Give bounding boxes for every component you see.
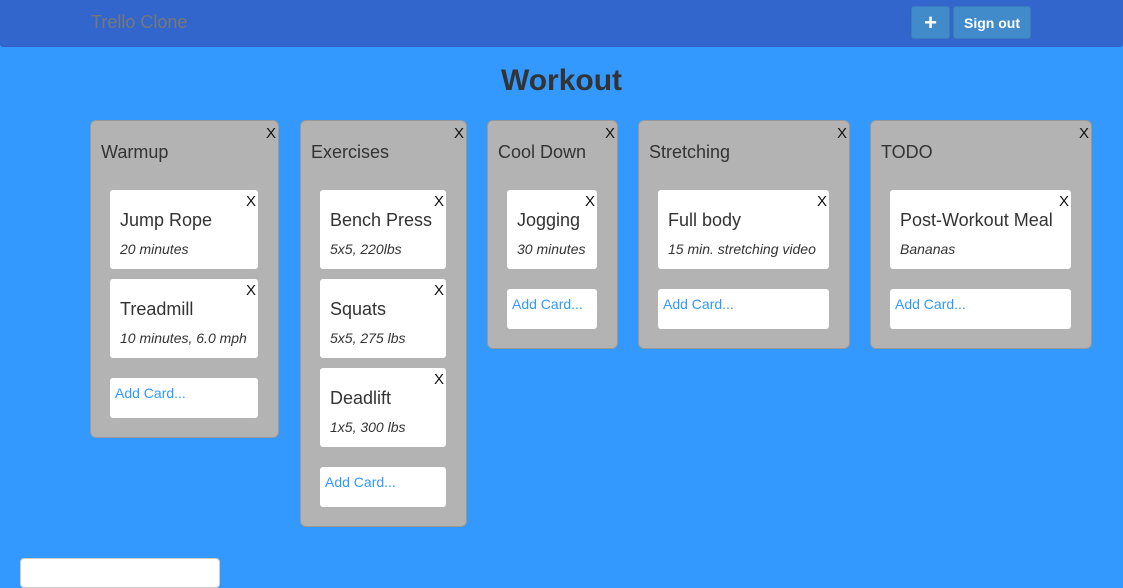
card-title: Jump Rope [120,210,213,230]
card[interactable]: Squats 5x5, 275 lbs X [320,279,446,358]
add-card-button[interactable]: Add Card... [507,289,597,329]
add-card-button[interactable]: Add Card... [320,467,446,507]
card-title: Deadlift [330,388,392,408]
delete-card-button[interactable]: X [585,194,595,209]
brand-link[interactable]: Trello Clone [91,12,187,33]
add-list-box[interactable] [20,558,220,588]
card-description: 5x5, 220lbs [330,241,402,257]
card-description: 20 minutes [120,241,189,257]
card[interactable]: Jogging 30 minutes X [507,190,597,269]
list-todo: TODO X Post-Workout Meal Bananas X Add C… [870,120,1092,349]
card[interactable]: Jump Rope 20 minutes X [110,190,258,269]
add-board-button[interactable]: + [911,6,950,39]
card-description: 5x5, 275 lbs [330,330,406,346]
navbar: Trello Clone + Sign out [0,0,1123,47]
add-card-button[interactable]: Add Card... [658,289,829,329]
card-title: Jogging [517,210,581,230]
list-stretching: Stretching X Full body 15 min. stretchin… [638,120,850,349]
card-title: Bench Press [330,210,433,230]
add-card-button[interactable]: Add Card... [890,289,1071,329]
card[interactable]: Treadmill 10 minutes, 6.0 mph X [110,279,258,358]
list-title: Cool Down [498,142,587,162]
list-exercises: Exercises X Bench Press 5x5, 220lbs X Sq… [300,120,467,527]
add-card-label: Add Card... [663,296,734,312]
list-warmup: Warmup X Jump Rope 20 minutes X Treadmil… [90,120,279,438]
delete-list-button[interactable]: X [605,126,615,141]
delete-list-button[interactable]: X [454,126,464,141]
delete-card-button[interactable]: X [434,372,444,387]
card-description: 10 minutes, 6.0 mph [120,330,247,346]
add-card-label: Add Card... [115,385,186,401]
card-description: Bananas [900,241,956,257]
delete-list-button[interactable]: X [837,126,847,141]
card[interactable]: Deadlift 1x5, 300 lbs X [320,368,446,447]
card-title: Post-Workout Meal [900,210,1053,230]
delete-card-button[interactable]: X [246,194,256,209]
list-cool-down: Cool Down X Jogging 30 minutes X Add Car… [487,120,618,349]
board-title: Workout [500,64,623,97]
card-title: Squats [330,299,387,319]
list-title: Stretching [649,142,731,162]
card-description: 30 minutes [517,241,586,257]
list-title: Warmup [101,142,169,162]
add-card-button[interactable]: Add Card... [110,378,258,418]
card-description: 1x5, 300 lbs [330,419,406,435]
delete-card-button[interactable]: X [246,283,256,298]
card-title: Full body [668,210,742,230]
sign-out-button[interactable]: Sign out [953,6,1031,39]
add-card-label: Add Card... [512,296,583,312]
add-card-label: Add Card... [895,296,966,312]
card[interactable]: Bench Press 5x5, 220lbs X [320,190,446,269]
delete-list-button[interactable]: X [266,126,276,141]
delete-list-button[interactable]: X [1079,126,1089,141]
card[interactable]: Post-Workout Meal Bananas X [890,190,1071,269]
delete-card-button[interactable]: X [1059,194,1069,209]
list-title: Exercises [311,142,390,162]
list-title: TODO [881,142,933,162]
delete-card-button[interactable]: X [817,194,827,209]
add-card-label: Add Card... [325,474,396,490]
card-title: Treadmill [120,299,194,319]
delete-card-button[interactable]: X [434,283,444,298]
card[interactable]: Full body 15 min. stretching video X [658,190,829,269]
delete-card-button[interactable]: X [434,194,444,209]
card-description: 15 min. stretching video [668,241,816,257]
